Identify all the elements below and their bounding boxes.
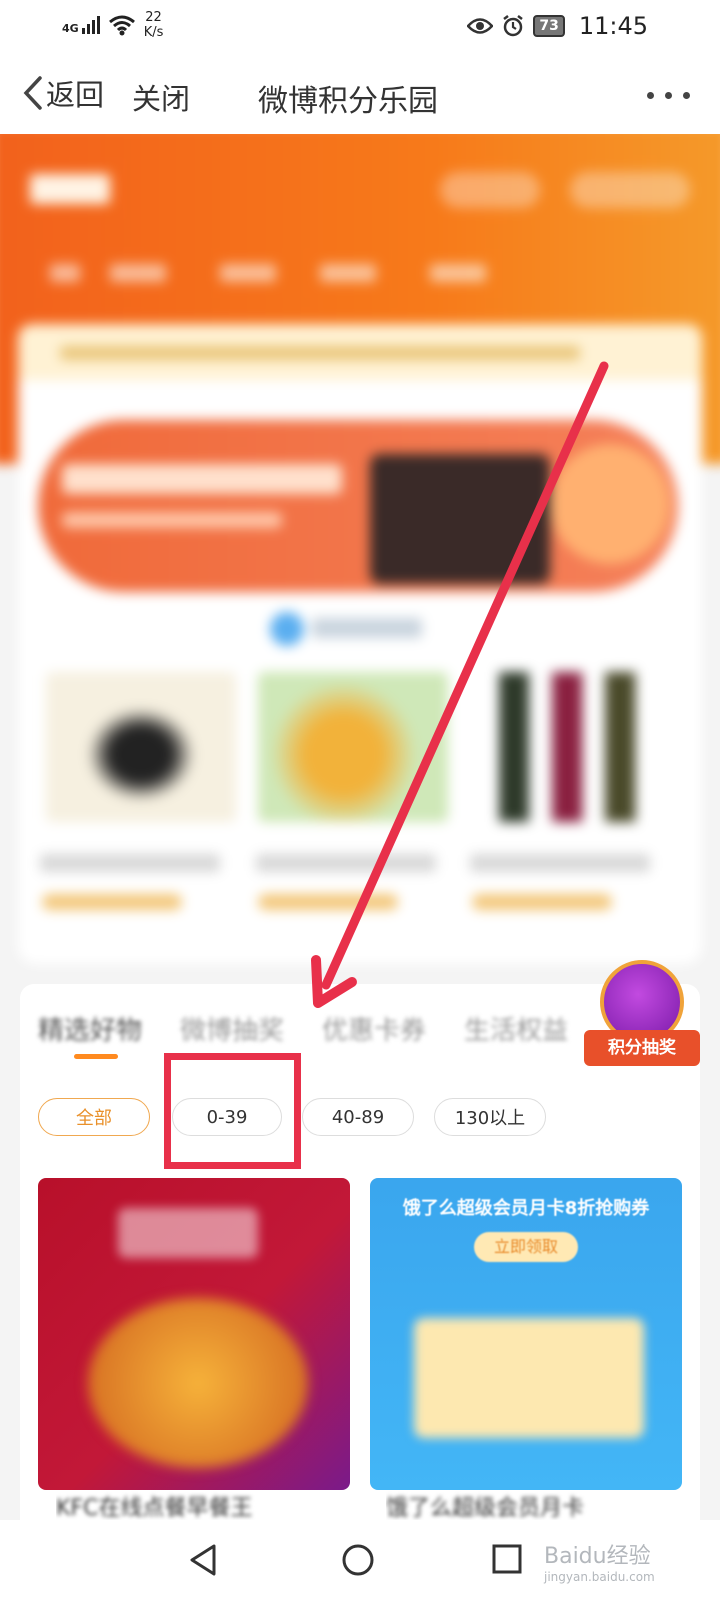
- product-image: [88, 1298, 308, 1468]
- network-speed: 22 K/s: [144, 10, 164, 40]
- status-left: 4G 22 K/s: [62, 10, 163, 40]
- screen: 4G 22 K/s 73 11:45 返回 关闭 微博积分乐园 精选好物 微博抽…: [0, 0, 720, 1600]
- header-tab[interactable]: [220, 264, 276, 282]
- page-title: 微博积分乐园: [258, 84, 438, 119]
- recents-square-icon[interactable]: [490, 1542, 524, 1576]
- back-label: 返回: [46, 78, 105, 112]
- product-card[interactable]: 饿了么超级会员月卡8折抢购券 立即领取: [370, 1178, 682, 1490]
- points-filter-bar: 全部 0-39 40-89 130以上: [20, 1076, 700, 1148]
- speed-value: 22: [145, 10, 162, 25]
- promo-image: [370, 454, 550, 584]
- points-balance: [30, 174, 110, 204]
- product-thumb[interactable]: [258, 672, 448, 822]
- system-nav-bar: Baidu经验 jingyan.baidu.com: [0, 1520, 720, 1600]
- discount-tag: [118, 1208, 258, 1258]
- speed-unit: K/s: [143, 25, 164, 40]
- nav-bar: 返回 关闭 微博积分乐园: [0, 54, 720, 134]
- product-grid: 饿了么超级会员月卡8折抢购券 立即领取 KFC在线点餐早餐王 饿了么超级会员月卡: [20, 1148, 700, 1520]
- signal-icon: 4G: [62, 16, 100, 34]
- product-thumb[interactable]: [46, 672, 236, 822]
- more-options-button[interactable]: [647, 92, 690, 99]
- product-title: 饿了么超级会员月卡: [386, 1496, 585, 1520]
- blurred-content: [0, 134, 720, 974]
- header-tab[interactable]: [50, 264, 80, 282]
- home-circle-icon[interactable]: [340, 1542, 376, 1578]
- clock: 11:45: [578, 12, 648, 40]
- product-title: KFC在线点餐早餐王: [56, 1496, 253, 1520]
- status-right: 73 11:45: [467, 12, 648, 40]
- annotation-highlight-box: [164, 1053, 301, 1169]
- filter-chip-130-plus[interactable]: 130以上: [434, 1098, 546, 1136]
- wifi-icon: [108, 15, 135, 36]
- lottery-float-button[interactable]: 积分抽奖: [584, 960, 700, 1084]
- lottery-label: 积分抽奖: [584, 1030, 700, 1066]
- header-action-button[interactable]: [570, 172, 690, 208]
- status-bar: 4G 22 K/s 73 11:45: [0, 0, 720, 54]
- coupon-banner-text: 饿了么超级会员月卡8折抢购券: [402, 1198, 650, 1219]
- product-card[interactable]: [38, 1178, 350, 1490]
- header-action-button[interactable]: [440, 172, 540, 208]
- watermark-domain: jingyan.baidu.com: [544, 1570, 655, 1584]
- baidu-watermark: Baidu经验 jingyan.baidu.com: [544, 1538, 655, 1584]
- filter-chip-40-89[interactable]: 40-89: [302, 1098, 414, 1136]
- tab-row: 精选好物 微博抽奖 优惠卡券 生活权益: [38, 1010, 568, 1047]
- promo-badge: [550, 444, 670, 564]
- back-triangle-icon[interactable]: [186, 1542, 220, 1578]
- coupon-image: [414, 1318, 644, 1438]
- section-icon: [270, 612, 304, 646]
- tab-2[interactable]: 微博抽奖: [180, 1010, 284, 1047]
- network-label: 4G: [62, 22, 79, 35]
- more-dot-icon: [665, 92, 672, 99]
- section-heading: [312, 618, 422, 638]
- eye-icon: [467, 18, 494, 34]
- tab-4[interactable]: 生活权益: [464, 1010, 568, 1047]
- alarm-icon: [503, 15, 524, 37]
- tab-1[interactable]: 精选好物: [38, 1010, 142, 1047]
- product-thumb[interactable]: [476, 672, 666, 822]
- battery-icon: 73: [533, 15, 565, 37]
- back-button[interactable]: 返回: [22, 72, 104, 114]
- claim-button[interactable]: 立即领取: [474, 1232, 578, 1262]
- watermark-brand: Baidu经验: [544, 1544, 651, 1569]
- tab-3[interactable]: 优惠卡券: [322, 1010, 426, 1047]
- chevron-left-icon: [23, 76, 42, 110]
- filter-chip-all[interactable]: 全部: [38, 1098, 150, 1136]
- close-button[interactable]: 关闭: [132, 76, 190, 118]
- header-tab[interactable]: [320, 264, 376, 282]
- header-tab[interactable]: [110, 264, 166, 282]
- active-tab-indicator: [74, 1054, 118, 1059]
- more-dot-icon: [647, 92, 654, 99]
- more-dot-icon: [683, 92, 690, 99]
- header-tab[interactable]: [430, 264, 486, 282]
